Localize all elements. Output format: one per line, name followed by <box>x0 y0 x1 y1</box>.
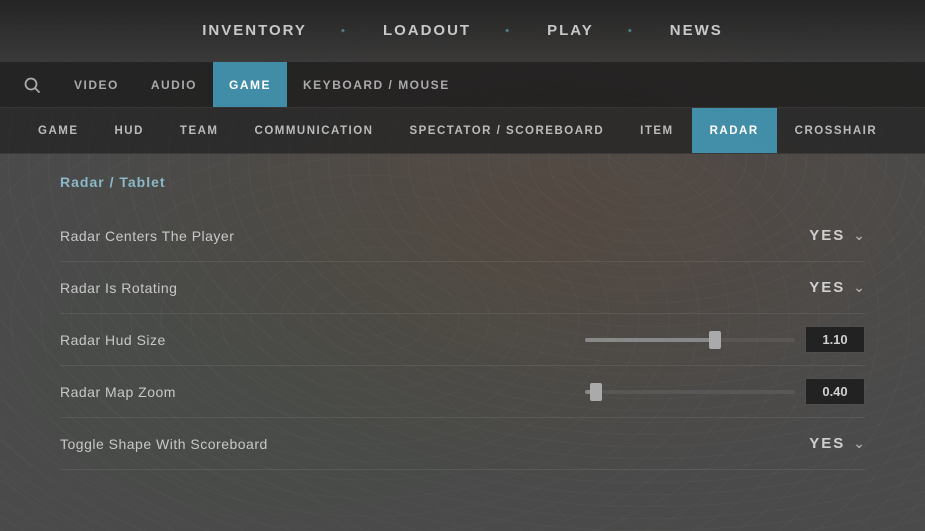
sub-nav-team[interactable]: TEAM <box>162 108 237 153</box>
settings-content: Radar / Tablet Radar Centers The Player … <box>0 154 925 490</box>
setting-label-radar-is-rotating: Radar Is Rotating <box>60 280 809 296</box>
section-title: Radar / Tablet <box>60 174 865 190</box>
chevron-down-icon: ⌄ <box>853 227 865 244</box>
radar-map-zoom-thumb[interactable] <box>590 383 602 401</box>
toggle-shape-scoreboard-control[interactable]: YES ⌄ <box>809 435 865 452</box>
nav-item-news[interactable]: NEWS <box>632 0 761 61</box>
chevron-down-icon: ⌄ <box>853 279 865 296</box>
setting-row-radar-hud-size: Radar Hud Size 1.10 <box>60 314 865 366</box>
setting-row-radar-map-zoom: Radar Map Zoom 0.40 <box>60 366 865 418</box>
setting-label-toggle-shape-scoreboard: Toggle Shape With Scoreboard <box>60 436 809 452</box>
nav-item-loadout[interactable]: LOADOUT <box>345 0 509 61</box>
radar-map-zoom-value: 0.40 <box>805 378 865 405</box>
sub-navigation: GAME HUD TEAM COMMUNICATION SPECTATOR / … <box>0 108 925 154</box>
settings-bar: VIDEO AUDIO GAME KEYBOARD / MOUSE <box>0 62 925 108</box>
main-navigation: INVENTORY LOADOUT PLAY NEWS <box>0 0 925 62</box>
sub-nav-crosshair[interactable]: CROSSHAIR <box>777 108 896 153</box>
setting-row-radar-is-rotating: Radar Is Rotating YES ⌄ <box>60 262 865 314</box>
radar-centers-player-value: YES <box>809 227 845 244</box>
sub-nav-hud[interactable]: HUD <box>97 108 162 153</box>
setting-row-radar-centers-player: Radar Centers The Player YES ⌄ <box>60 210 865 262</box>
chevron-down-icon: ⌄ <box>853 435 865 452</box>
radar-centers-player-control[interactable]: YES ⌄ <box>809 227 865 244</box>
radar-map-zoom-control: 0.40 <box>585 378 865 405</box>
radar-is-rotating-control[interactable]: YES ⌄ <box>809 279 865 296</box>
sub-nav-radar[interactable]: RADAR <box>692 108 777 153</box>
radar-map-zoom-track[interactable] <box>585 390 795 394</box>
search-icon[interactable] <box>16 69 48 101</box>
sub-nav-item[interactable]: ITEM <box>622 108 691 153</box>
radar-hud-size-value: 1.10 <box>805 326 865 353</box>
radar-hud-size-fill <box>585 338 715 342</box>
radar-hud-size-thumb[interactable] <box>709 331 721 349</box>
tab-audio[interactable]: AUDIO <box>135 62 213 107</box>
sub-nav-spectator-scoreboard[interactable]: SPECTATOR / SCOREBOARD <box>391 108 622 153</box>
setting-row-toggle-shape-scoreboard: Toggle Shape With Scoreboard YES ⌄ <box>60 418 865 470</box>
tab-game[interactable]: GAME <box>213 62 287 107</box>
radar-hud-size-control: 1.10 <box>585 326 865 353</box>
sub-nav-game[interactable]: GAME <box>20 108 97 153</box>
radar-is-rotating-value: YES <box>809 279 845 296</box>
tab-keyboard-mouse[interactable]: KEYBOARD / MOUSE <box>287 62 466 107</box>
nav-item-inventory[interactable]: INVENTORY <box>164 0 345 61</box>
toggle-shape-scoreboard-value: YES <box>809 435 845 452</box>
sub-nav-communication[interactable]: COMMUNICATION <box>237 108 392 153</box>
tab-video[interactable]: VIDEO <box>58 62 135 107</box>
setting-label-radar-map-zoom: Radar Map Zoom <box>60 384 585 400</box>
setting-label-radar-hud-size: Radar Hud Size <box>60 332 585 348</box>
setting-label-radar-centers-player: Radar Centers The Player <box>60 228 809 244</box>
nav-item-play[interactable]: PLAY <box>509 0 632 61</box>
radar-hud-size-track[interactable] <box>585 338 795 342</box>
